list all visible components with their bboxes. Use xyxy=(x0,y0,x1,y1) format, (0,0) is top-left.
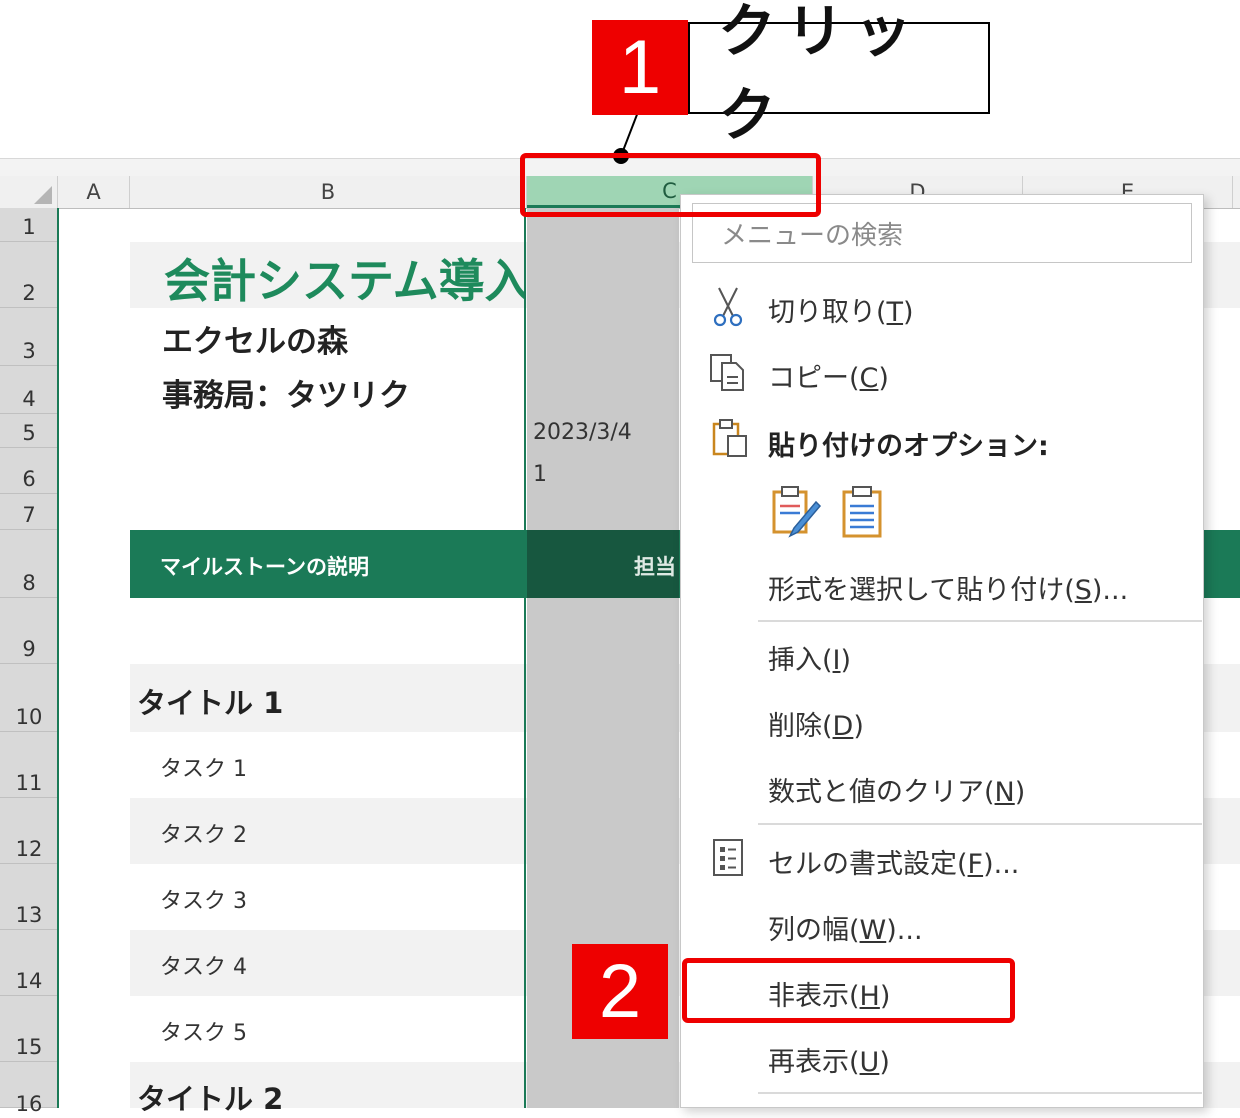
table-header-description: マイルストーンの説明 xyxy=(160,555,369,579)
highlight-hide-item xyxy=(682,958,1015,1023)
row-header-1[interactable]: 1 xyxy=(0,208,58,242)
column-c-selection-border xyxy=(524,208,526,1108)
row-header-15[interactable]: 15 xyxy=(0,996,58,1062)
menu-item-clear-contents[interactable]: 数式と値のクリア(N) xyxy=(768,770,1025,809)
row-header-12[interactable]: 12 xyxy=(0,798,58,864)
row-header-5[interactable]: 5 xyxy=(0,414,58,448)
row-header-14[interactable]: 14 xyxy=(0,930,58,996)
menu-item-unhide[interactable]: 再表示(U) xyxy=(768,1040,890,1079)
task-5: タスク 5 xyxy=(160,1021,247,1046)
row-header-16[interactable]: 16 xyxy=(0,1062,58,1116)
org-name: エクセルの森 xyxy=(162,324,348,360)
menu-item-copy[interactable]: コピー(C) xyxy=(768,356,889,395)
row-header-7[interactable]: 7 xyxy=(0,494,58,530)
cell-c5-date[interactable]: 2023/3/4 xyxy=(533,420,632,445)
highlight-column-c-header xyxy=(520,153,821,217)
menu-paste-options-label: 貼り付けのオプション: xyxy=(768,431,1049,462)
task-2: タスク 2 xyxy=(160,823,247,848)
table-header-owner: 担当 xyxy=(634,555,676,579)
row-header-11[interactable]: 11 xyxy=(0,732,58,798)
column-header-a[interactable]: A xyxy=(58,176,130,208)
menu-item-cut[interactable]: 切り取り(T) xyxy=(768,290,914,329)
row-header-6[interactable]: 6 xyxy=(0,448,58,494)
cell-c6-number[interactable]: 1 xyxy=(533,462,547,487)
select-all-button[interactable] xyxy=(0,176,58,208)
menu-separator xyxy=(758,1092,1202,1094)
section-title-1: タイトル 1 xyxy=(137,686,284,720)
step-1-label: クリック xyxy=(688,0,990,149)
scissors-icon xyxy=(713,287,743,327)
task-1: タスク 1 xyxy=(160,757,247,782)
task-4: タスク 4 xyxy=(160,955,247,980)
select-all-icon xyxy=(34,186,52,204)
row-header-9[interactable]: 9 xyxy=(0,598,58,664)
row-header-10[interactable]: 10 xyxy=(0,664,58,732)
sheet-title: 会計システム導入 xyxy=(164,254,524,308)
column-header-b[interactable]: B xyxy=(130,176,527,208)
menu-separator xyxy=(758,823,1202,825)
section-title-2: タイトル 2 xyxy=(137,1082,284,1116)
format-cells-icon xyxy=(713,839,743,876)
step-1-badge: 1 xyxy=(592,20,688,115)
menu-item-column-width[interactable]: 列の幅(W)... xyxy=(768,908,923,947)
menu-item-format-cells[interactable]: セルの書式設定(F)... xyxy=(768,842,1019,881)
row-header-4[interactable]: 4 xyxy=(0,366,58,414)
step-2-badge: 2 xyxy=(572,944,668,1039)
paste-values-icon[interactable] xyxy=(838,484,888,540)
task-3: タスク 3 xyxy=(160,889,247,914)
row-header-3[interactable]: 3 xyxy=(0,308,58,366)
sheet-left-border xyxy=(57,208,59,1108)
paste-formatting-icon[interactable] xyxy=(770,484,826,540)
office-name: 事務局：タツリク xyxy=(162,378,410,414)
row-header-13[interactable]: 13 xyxy=(0,864,58,930)
row-header-8[interactable]: 8 xyxy=(0,530,58,598)
clipboard-icon xyxy=(712,419,747,457)
copy-icon xyxy=(710,354,744,391)
row-header-2[interactable]: 2 xyxy=(0,242,58,308)
menu-item-delete[interactable]: 削除(D) xyxy=(768,704,864,743)
menu-item-paste-special[interactable]: 形式を選択して貼り付け(S)... xyxy=(768,568,1128,607)
menu-item-insert[interactable]: 挿入(I) xyxy=(768,638,851,677)
menu-separator xyxy=(758,620,1202,622)
